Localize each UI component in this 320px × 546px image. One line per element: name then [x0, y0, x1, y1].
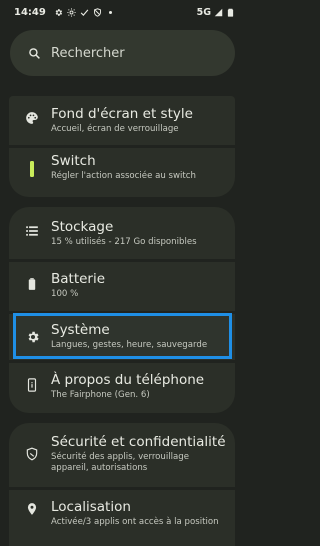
- item-subtitle: 100 %: [51, 289, 79, 299]
- item-subtitle: Régler l'action associée au switch: [51, 171, 196, 181]
- item-title: Switch: [51, 153, 96, 169]
- check-icon: [80, 8, 89, 17]
- item-title: Sécurité et confidentialité: [51, 434, 226, 450]
- item-title: Fond d'écran et style: [51, 106, 193, 122]
- phone-info-icon: [25, 378, 39, 392]
- dot-icon: [106, 8, 115, 17]
- switch-icon: [25, 158, 39, 180]
- search-icon: [29, 47, 40, 59]
- settings-group-privacy: Sécurité et confidentialité Sécurité des…: [9, 423, 235, 546]
- item-subtitle: Sécurité des applis, verrouillage appare…: [51, 452, 190, 473]
- settings-item-system[interactable]: Système Langues, gestes, heure, sauvegar…: [13, 313, 232, 359]
- item-subtitle: Langues, gestes, heure, sauvegarde: [51, 340, 208, 350]
- gear-icon: [26, 329, 40, 343]
- settings-group-device: Stockage 15 % utilisés - 217 Go disponib…: [9, 207, 235, 413]
- settings-group-personalization: Fond d'écran et style Accueil, écran de …: [9, 96, 235, 197]
- status-bar: 14:49 5G: [0, 0, 245, 24]
- item-subtitle: Accueil, écran de verrouillage: [51, 124, 179, 134]
- storage-icon: [25, 224, 39, 238]
- settings-item-security[interactable]: Sécurité et confidentialité Sécurité des…: [9, 423, 235, 487]
- item-title: Localisation: [51, 499, 131, 515]
- settings-item-switch[interactable]: Switch Régler l'action associée au switc…: [9, 148, 235, 197]
- palette-icon: [25, 111, 39, 125]
- settings-item-storage[interactable]: Stockage 15 % utilisés - 217 Go disponib…: [9, 207, 235, 259]
- settings-item-wallpaper[interactable]: Fond d'écran et style Accueil, écran de …: [9, 96, 235, 145]
- search-placeholder: Rechercher: [51, 45, 125, 61]
- dnd-icon: [93, 7, 102, 17]
- item-title: Batterie: [51, 271, 106, 287]
- battery-icon: [226, 8, 235, 17]
- settings-item-battery[interactable]: Batterie 100 %: [9, 262, 235, 311]
- brightness-icon: [67, 7, 76, 17]
- location-icon: [25, 502, 39, 516]
- shield-icon: [25, 447, 39, 461]
- clock: 14:49: [14, 6, 46, 18]
- item-title: À propos du téléphone: [51, 372, 205, 388]
- search-bar[interactable]: Rechercher: [10, 30, 235, 76]
- settings-item-about-phone[interactable]: À propos du téléphone The Fairphone (Gen…: [9, 363, 235, 413]
- item-title: Stockage: [51, 219, 114, 235]
- settings-item-location[interactable]: Localisation Activée/3 applis ont accès …: [9, 490, 235, 546]
- item-subtitle: 15 % utilisés - 217 Go disponibles: [51, 237, 197, 247]
- item-subtitle: Activée/3 applis ont accès à la position: [51, 517, 219, 527]
- signal-icon: [214, 8, 223, 17]
- item-title: Système: [51, 322, 110, 338]
- gear-icon: [54, 8, 63, 17]
- item-subtitle: The Fairphone (Gen. 6): [51, 390, 150, 400]
- battery-icon: [25, 277, 39, 291]
- network-label: 5G: [196, 6, 211, 18]
